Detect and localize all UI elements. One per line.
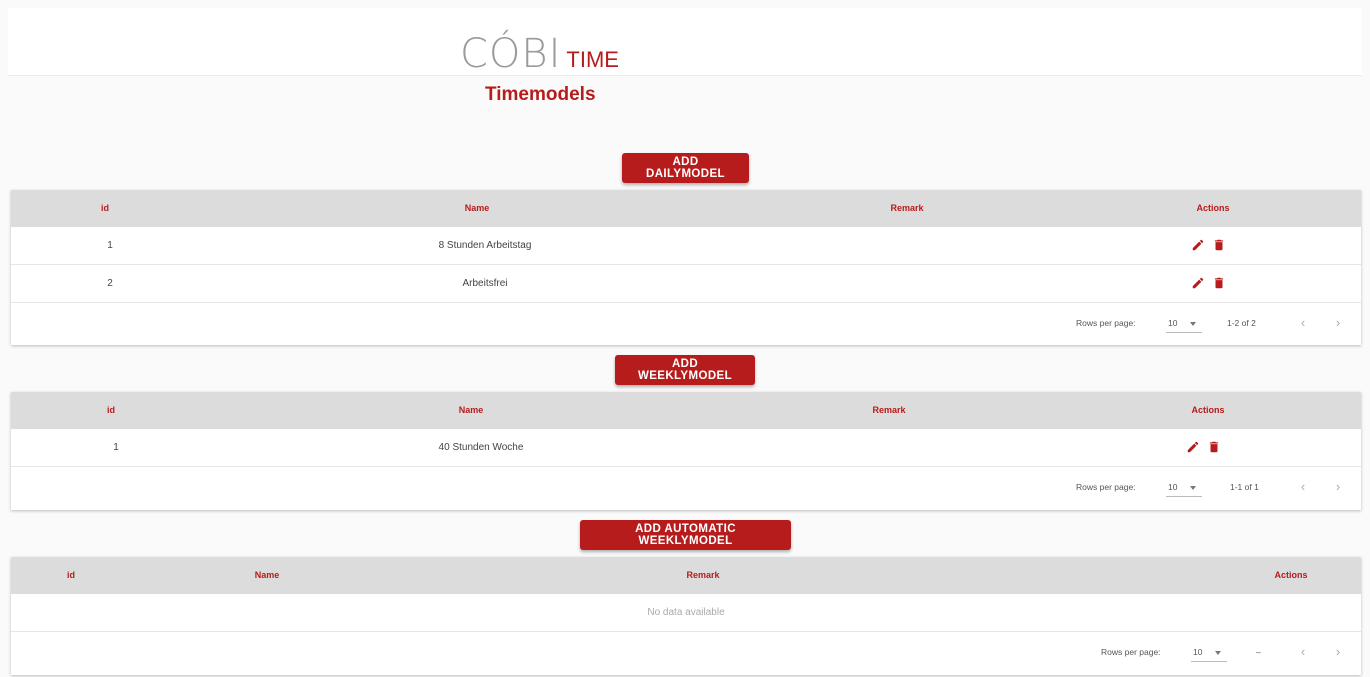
- table-row: 2 Arbeitsfrei: [11, 265, 1361, 303]
- table-footer: Rows per page: 10 – ‹ ›: [11, 632, 1361, 676]
- no-data-message: No data available: [647, 607, 725, 618]
- cell-id: 1: [113, 442, 119, 453]
- column-header-remark[interactable]: Remark: [686, 557, 719, 594]
- chevron-left-icon[interactable]: ‹: [1294, 642, 1312, 662]
- column-header-remark[interactable]: Remark: [890, 190, 923, 227]
- add-automatic-weeklymodel-button[interactable]: ADD AUTOMATIC WEEKLYMODEL: [580, 520, 791, 550]
- cell-name: Arbeitsfrei: [462, 278, 508, 289]
- rows-per-page-label: Rows per page:: [1076, 318, 1136, 328]
- column-header-actions: Actions: [1274, 570, 1308, 580]
- pagination-range: –: [1256, 647, 1261, 657]
- rows-per-page-label: Rows per page:: [1101, 647, 1161, 657]
- table-row: 1 40 Stunden Woche: [11, 429, 1361, 467]
- row-actions: [1191, 276, 1226, 290]
- caret-down-icon: [1215, 651, 1221, 655]
- caret-down-icon: [1190, 322, 1196, 326]
- automatic-weeklymodel-table: id Name Remark Actions No data available…: [11, 557, 1361, 675]
- row-actions: [1191, 238, 1226, 252]
- trash-icon[interactable]: [1207, 440, 1221, 454]
- table-footer: Rows per page: 10 1-2 of 2 ‹ ›: [11, 303, 1361, 347]
- app-header: CÓBI TIME: [8, 8, 1362, 76]
- page-title: Timemodels: [485, 84, 596, 105]
- caret-down-icon: [1190, 486, 1196, 490]
- column-header-id[interactable]: id: [67, 557, 75, 594]
- empty-row: No data available: [11, 594, 1361, 632]
- column-header-actions: Actions: [1196, 203, 1230, 213]
- cobi-time-logo[interactable]: CÓBI TIME: [460, 26, 619, 74]
- rows-per-page-value: 10: [1168, 482, 1178, 492]
- pencil-icon[interactable]: [1191, 276, 1205, 290]
- pagination-range: 1-1 of 1: [1230, 482, 1259, 492]
- table-header: id Name Remark Actions: [11, 190, 1361, 227]
- row-actions: [1186, 440, 1221, 454]
- column-header-actions: Actions: [1191, 405, 1225, 415]
- column-header-name[interactable]: Name: [459, 392, 484, 429]
- trash-icon[interactable]: [1212, 276, 1226, 290]
- logo-main-text: CÓBI: [460, 31, 562, 77]
- table-header: id Name Remark Actions: [11, 557, 1361, 594]
- table-footer: Rows per page: 10 1-1 of 1 ‹ ›: [11, 467, 1361, 511]
- chevron-right-icon[interactable]: ›: [1329, 477, 1347, 497]
- rows-per-page-label: Rows per page:: [1076, 482, 1136, 492]
- table-row: 1 8 Stunden Arbeitstag: [11, 227, 1361, 265]
- weeklymodel-table: id Name Remark Actions 1 40 Stunden Woch…: [11, 392, 1361, 510]
- chevron-right-icon[interactable]: ›: [1329, 642, 1347, 662]
- pagination-range: 1-2 of 2: [1227, 318, 1256, 328]
- add-weeklymodel-button[interactable]: ADD WEEKLYMODEL: [615, 355, 755, 385]
- column-header-remark[interactable]: Remark: [872, 392, 905, 429]
- cell-id: 2: [107, 278, 113, 289]
- column-header-id[interactable]: id: [101, 190, 109, 227]
- chevron-left-icon[interactable]: ‹: [1294, 313, 1312, 333]
- trash-icon[interactable]: [1212, 238, 1226, 252]
- pencil-icon[interactable]: [1186, 440, 1200, 454]
- chevron-left-icon[interactable]: ‹: [1294, 477, 1312, 497]
- logo-sub-text: TIME: [566, 47, 619, 72]
- rows-per-page-value: 10: [1193, 647, 1203, 657]
- chevron-right-icon[interactable]: ›: [1329, 313, 1347, 333]
- cell-name: 8 Stunden Arbeitstag: [438, 240, 532, 251]
- table-header: id Name Remark Actions: [11, 392, 1361, 429]
- column-header-id[interactable]: id: [107, 392, 115, 429]
- rows-per-page-value: 10: [1168, 318, 1178, 328]
- rows-per-page-select[interactable]: 10: [1166, 478, 1202, 497]
- rows-per-page-select[interactable]: 10: [1191, 643, 1227, 662]
- rows-per-page-select[interactable]: 10: [1166, 314, 1202, 333]
- column-header-name[interactable]: Name: [255, 557, 280, 594]
- pencil-icon[interactable]: [1191, 238, 1205, 252]
- add-dailymodel-button[interactable]: ADD DAILYMODEL: [622, 153, 749, 183]
- cell-name: 40 Stunden Woche: [438, 442, 524, 453]
- column-header-name[interactable]: Name: [465, 190, 490, 227]
- dailymodel-table: id Name Remark Actions 1 8 Stunden Arbei…: [11, 190, 1361, 345]
- cell-id: 1: [107, 240, 113, 251]
